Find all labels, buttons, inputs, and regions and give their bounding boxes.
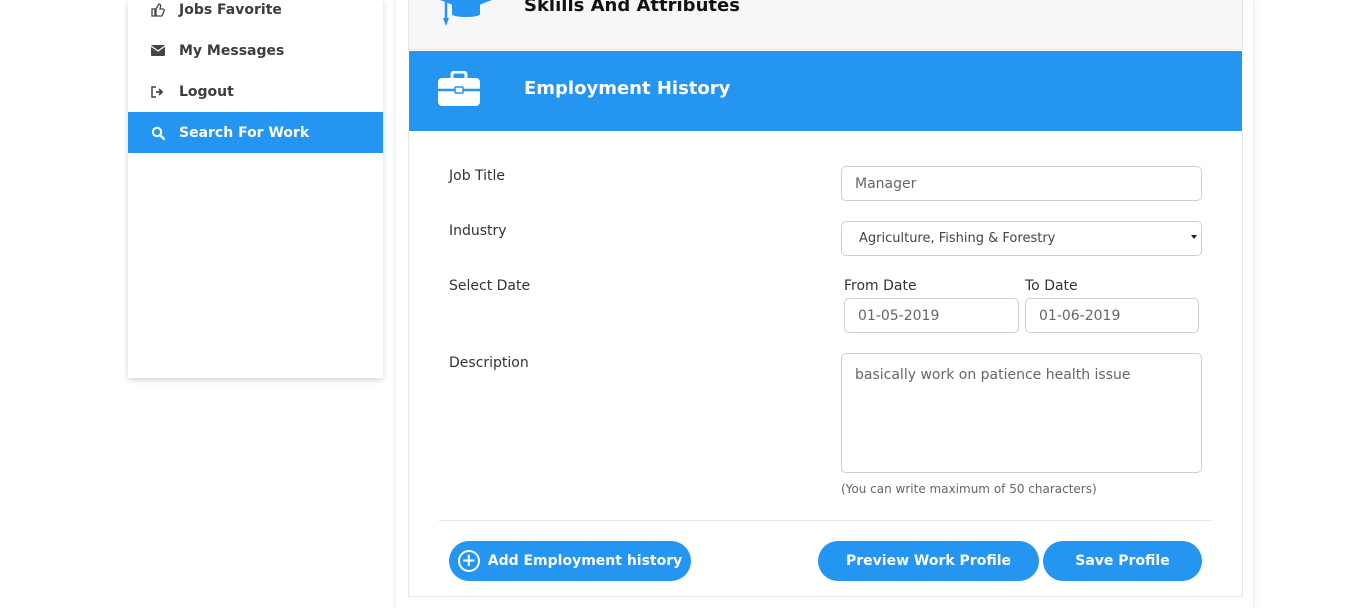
preview-label: Preview Work Profile — [846, 553, 1011, 569]
from-date-value: 01-05-2019 — [858, 307, 940, 324]
description-hint: (You can write maximum of 50 characters) — [841, 482, 1097, 496]
select-date-label: Select Date — [449, 278, 531, 294]
sidebar-item-label: Logout — [179, 83, 234, 100]
briefcase-icon — [438, 70, 480, 111]
description-value: basically work on patience health issue — [855, 367, 1131, 383]
preview-work-profile-button[interactable]: Preview Work Profile — [818, 541, 1039, 581]
sidebar-item-label: Jobs Favorite — [179, 1, 282, 18]
envelope-icon — [150, 43, 166, 59]
add-employment-history-button[interactable]: + Add Employment history — [449, 541, 691, 581]
sign-out-icon — [150, 84, 166, 100]
sidebar-item-logout[interactable]: Logout — [128, 71, 383, 112]
thumbs-up-icon — [150, 2, 166, 18]
add-employment-label: Add Employment history — [487, 553, 683, 569]
sidebar-item-my-messages[interactable]: My Messages — [128, 30, 383, 71]
job-title-label: Job Title — [449, 168, 506, 184]
to-date-input[interactable]: 01-06-2019 — [1025, 298, 1199, 333]
sidebar-item-label: Search For Work — [179, 124, 310, 141]
description-label: Description — [449, 355, 529, 371]
dropdown-caret-icon — [1191, 235, 1197, 239]
skills-section-title: Sklills And Attributes — [524, 0, 740, 16]
save-label: Save Profile — [1075, 553, 1170, 569]
save-profile-button[interactable]: Save Profile — [1043, 541, 1202, 581]
graduation-cap-icon — [436, 0, 496, 32]
search-icon — [150, 125, 166, 141]
sidebar-item-jobs-favorite[interactable]: Jobs Favorite — [128, 0, 383, 30]
to-date-label: To Date — [1025, 278, 1078, 294]
from-date-input[interactable]: 01-05-2019 — [844, 298, 1019, 333]
employment-section-title: Employment History — [524, 78, 731, 99]
sidebar: Jobs Favorite My Messages Logout Search … — [128, 0, 383, 378]
description-textarea[interactable]: basically work on patience health issue — [841, 353, 1202, 473]
job-title-value: Manager — [855, 175, 917, 192]
job-title-input[interactable]: Manager — [841, 166, 1202, 201]
industry-selected-value: Agriculture, Fishing & Forestry — [859, 231, 1056, 246]
sidebar-item-label: My Messages — [179, 42, 285, 59]
industry-select[interactable]: Agriculture, Fishing & Forestry — [841, 221, 1202, 256]
plus-circle-icon: + — [457, 550, 480, 572]
from-date-label: From Date — [844, 278, 917, 294]
industry-label: Industry — [449, 223, 507, 239]
sidebar-item-search-for-work[interactable]: Search For Work — [128, 112, 383, 153]
to-date-value: 01-06-2019 — [1039, 307, 1121, 324]
divider — [439, 520, 1212, 521]
